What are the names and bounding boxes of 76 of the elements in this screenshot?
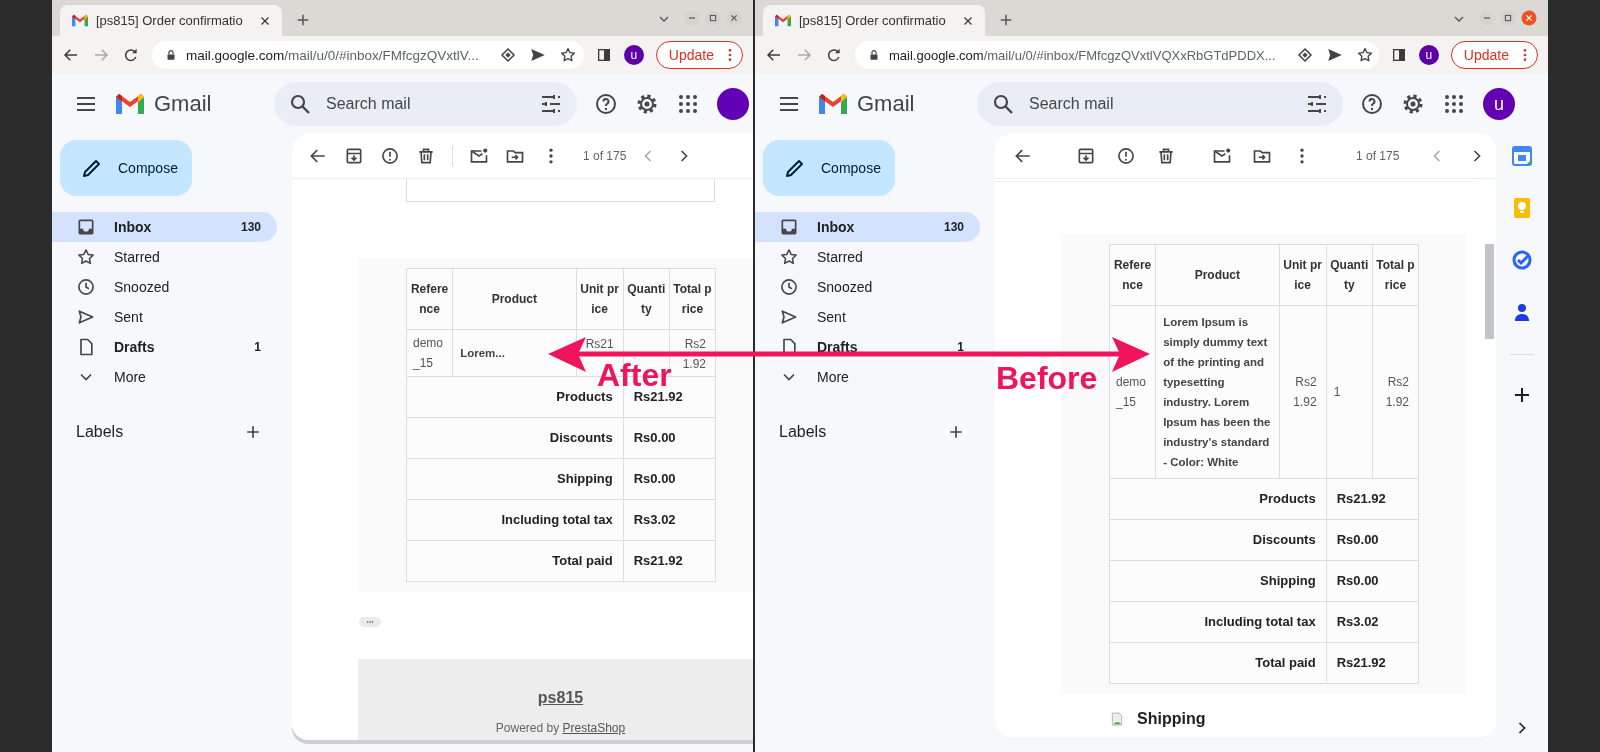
section-heading: Labels (76, 423, 124, 441)
total-value: Rs21.92 (623, 540, 716, 582)
nav-item[interactable]: Sent (52, 302, 277, 332)
column-header: Product (452, 268, 577, 330)
total-label: Including total tax (406, 499, 624, 541)
nav-item[interactable]: Inbox 130 (52, 212, 277, 242)
pager-text: 1 of 175 (583, 149, 627, 163)
nav-item[interactable]: Snoozed (52, 272, 277, 302)
app-name: Gmail (154, 91, 212, 117)
nav-item[interactable]: More (755, 362, 980, 392)
total-value: Rs3.02 (1326, 601, 1419, 643)
pager-text: 1 of 175 (1356, 149, 1400, 163)
app-name: Gmail (857, 91, 915, 117)
table-cell: Lorem Ipsum is simply dummy text of the printing and typesetting industry. Lorem Ipsum has been the industry's standard - Color: White (1155, 305, 1280, 479)
update-button[interactable]: Update (655, 41, 743, 69)
search-input[interactable]: Search mail (1027, 94, 1293, 114)
table-cell: 1 (1326, 305, 1373, 479)
update-button[interactable]: Update (1450, 41, 1538, 69)
total-value: Rs21.92 (1326, 478, 1419, 520)
total-label: Shipping (1109, 560, 1327, 602)
search-field[interactable]: Search mail (274, 82, 577, 126)
search-input[interactable]: Search mail (324, 94, 527, 114)
table-cell: Rs21.92 (1279, 305, 1327, 479)
total-value: Rs21.92 (1326, 642, 1419, 684)
total-label: Discounts (1109, 519, 1327, 561)
column-header: Product (1155, 244, 1280, 306)
section-heading: Labels (779, 423, 827, 441)
compose-button[interactable]: Compose (763, 140, 895, 196)
address-bar[interactable]: mail.google.com/mail/u/0/#inbox/FMfcgzQVxtlV... (152, 41, 584, 69)
nav-item[interactable]: Starred (52, 242, 277, 272)
item-count: 1 (254, 340, 261, 354)
address-bar[interactable]: mail.google.com/mail/u/0/#inbox/FMfcgzQVxtlVQXxRbGTdPDDX... (855, 41, 1379, 69)
shop-link[interactable]: ps815 (537, 689, 584, 707)
item-count: 130 (240, 220, 261, 234)
total-value: Rs3.02 (623, 499, 716, 541)
total-label: Shipping (406, 458, 624, 500)
total-value: Rs0.00 (1326, 560, 1419, 602)
total-value: Rs0.00 (623, 417, 716, 459)
nav-item[interactable]: Inbox 130 (755, 212, 980, 242)
total-value: Rs0.00 (623, 458, 716, 500)
table-cell: Rs21.92 (1372, 305, 1419, 479)
table-cell: demo_15 (406, 329, 453, 377)
nav-item[interactable]: Sent (755, 302, 980, 332)
prestashop-link[interactable]: PrestaShop (562, 721, 626, 735)
column-header: Total price (1372, 244, 1419, 306)
compose-button[interactable]: Compose (60, 140, 192, 196)
nav-item[interactable]: Snoozed (755, 272, 980, 302)
profile-avatar[interactable]: u (623, 45, 644, 65)
nav-item[interactable]: More (52, 362, 277, 392)
total-value: Rs0.00 (1326, 519, 1419, 561)
column-header: Quantity (623, 268, 670, 330)
profile-avatar[interactable]: u (1418, 45, 1439, 65)
browser-tab[interactable]: [ps815] Order confirmatio (763, 5, 985, 36)
total-label: Total paid (406, 540, 624, 582)
section-heading: Shipping (1137, 710, 1206, 728)
table-cell: demo_15 (1109, 305, 1156, 479)
column-header: Reference (406, 268, 453, 330)
column-header: Unit price (576, 268, 624, 330)
item-count: 1 (957, 340, 964, 354)
search-field[interactable]: Search mail (977, 82, 1343, 126)
powered-by-text: Powered by PrestaShop (495, 721, 626, 735)
nav-item[interactable]: Starred (755, 242, 980, 272)
annotation-label: Before (996, 362, 1098, 394)
nav-item[interactable]: Drafts 1 (52, 332, 277, 362)
column-header: Unit price (1279, 244, 1327, 306)
item-count: 130 (943, 220, 964, 234)
nav-item[interactable]: Drafts 1 (755, 332, 980, 362)
account-avatar[interactable]: u (1483, 88, 1515, 120)
total-label: Products (1109, 478, 1327, 520)
column-header: Reference (1109, 244, 1156, 306)
column-header: Total price (669, 268, 716, 330)
total-label: Including total tax (1109, 601, 1327, 643)
total-label: Discounts (406, 417, 624, 459)
total-label: Total paid (1109, 642, 1327, 684)
browser-tab[interactable]: [ps815] Order confirmatio (60, 5, 282, 36)
column-header: Quantity (1326, 244, 1373, 306)
